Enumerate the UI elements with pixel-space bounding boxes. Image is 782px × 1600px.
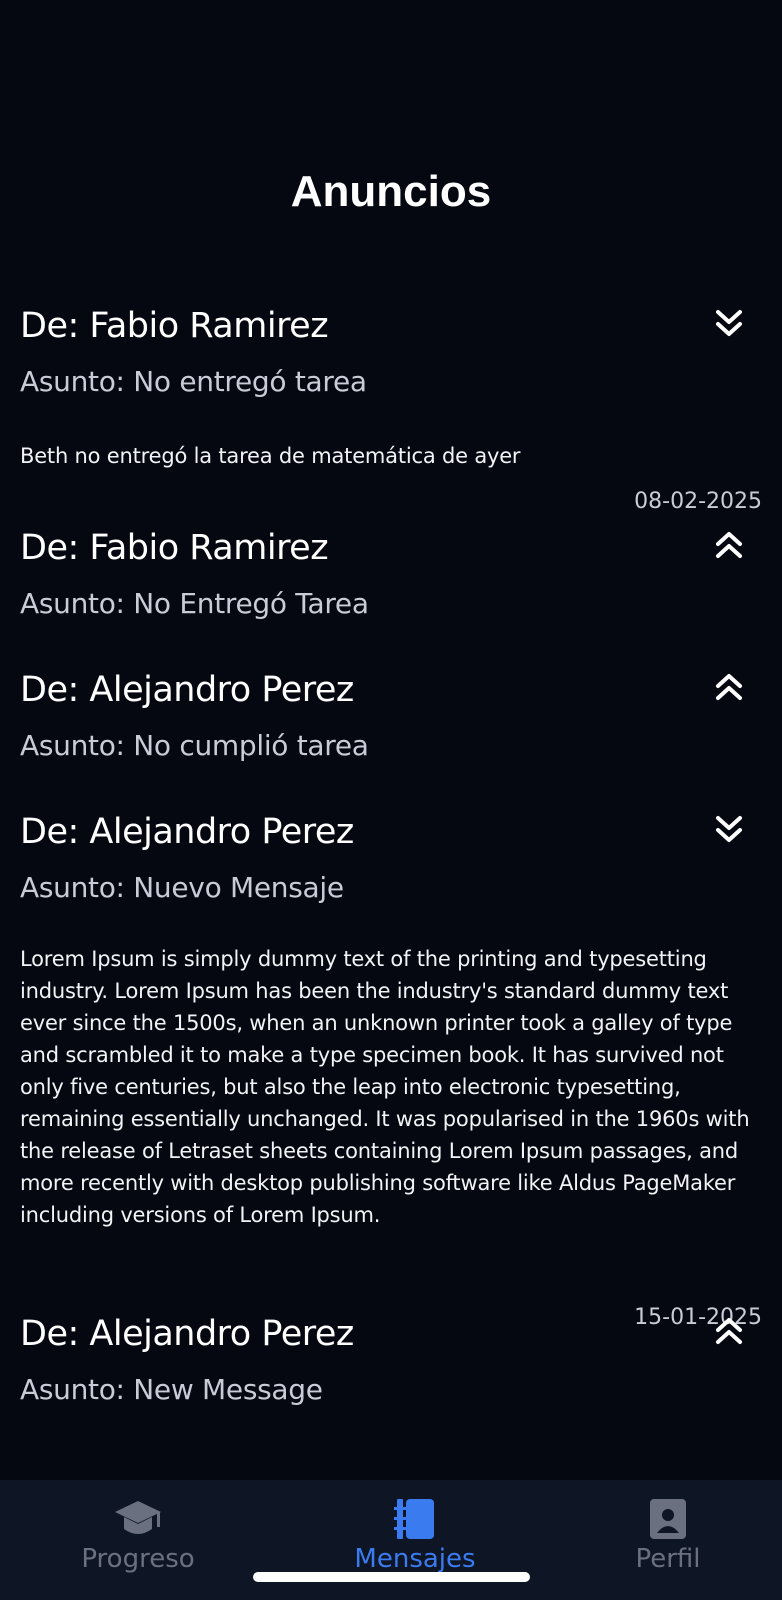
- chevron-double-down-icon[interactable]: [714, 306, 744, 340]
- message-subject: Asunto: No cumplió tarea: [20, 729, 369, 762]
- message-subject: Asunto: No Entregó Tarea: [20, 587, 369, 620]
- page-title: Anuncios: [290, 167, 492, 216]
- tab-label: Mensajes: [354, 1544, 476, 1574]
- chevron-double-up-icon[interactable]: [714, 528, 744, 562]
- tab-label: Progreso: [81, 1544, 195, 1574]
- book-icon: [315, 1497, 515, 1541]
- chevron-double-up-icon[interactable]: [714, 1314, 744, 1348]
- message-sender: De: Fabio Ramirez: [20, 528, 329, 568]
- message-sender: De: Alejandro Perez: [20, 812, 354, 852]
- message-subject: Asunto: Nuevo Mensaje: [20, 871, 344, 904]
- message-body: Beth no entregó la tarea de matemática d…: [20, 444, 521, 468]
- graduation-cap-icon: [38, 1497, 238, 1541]
- message-sender: De: Alejandro Perez: [20, 670, 354, 710]
- tab-perfil[interactable]: Perfil: [568, 1480, 768, 1580]
- message-subject: Asunto: No entregó tarea: [20, 365, 367, 398]
- message-sender: De: Alejandro Perez: [20, 1314, 354, 1354]
- chevron-double-down-icon[interactable]: [714, 812, 744, 846]
- message-date: 08-02-2025: [634, 489, 762, 514]
- chevron-double-up-icon[interactable]: [714, 670, 744, 704]
- tab-progreso[interactable]: Progreso: [38, 1480, 238, 1580]
- profile-card-icon: [568, 1497, 768, 1541]
- message-body: Lorem Ipsum is simply dummy text of the …: [20, 947, 750, 1227]
- message-subject: Asunto: New Message: [20, 1373, 323, 1406]
- home-indicator[interactable]: [253, 1572, 530, 1582]
- tab-bar: Progreso Mensajes Perfil: [0, 1480, 782, 1600]
- tab-label: Perfil: [635, 1544, 701, 1574]
- message-sender: De: Fabio Ramirez: [20, 306, 329, 346]
- tab-mensajes[interactable]: Mensajes: [315, 1480, 515, 1580]
